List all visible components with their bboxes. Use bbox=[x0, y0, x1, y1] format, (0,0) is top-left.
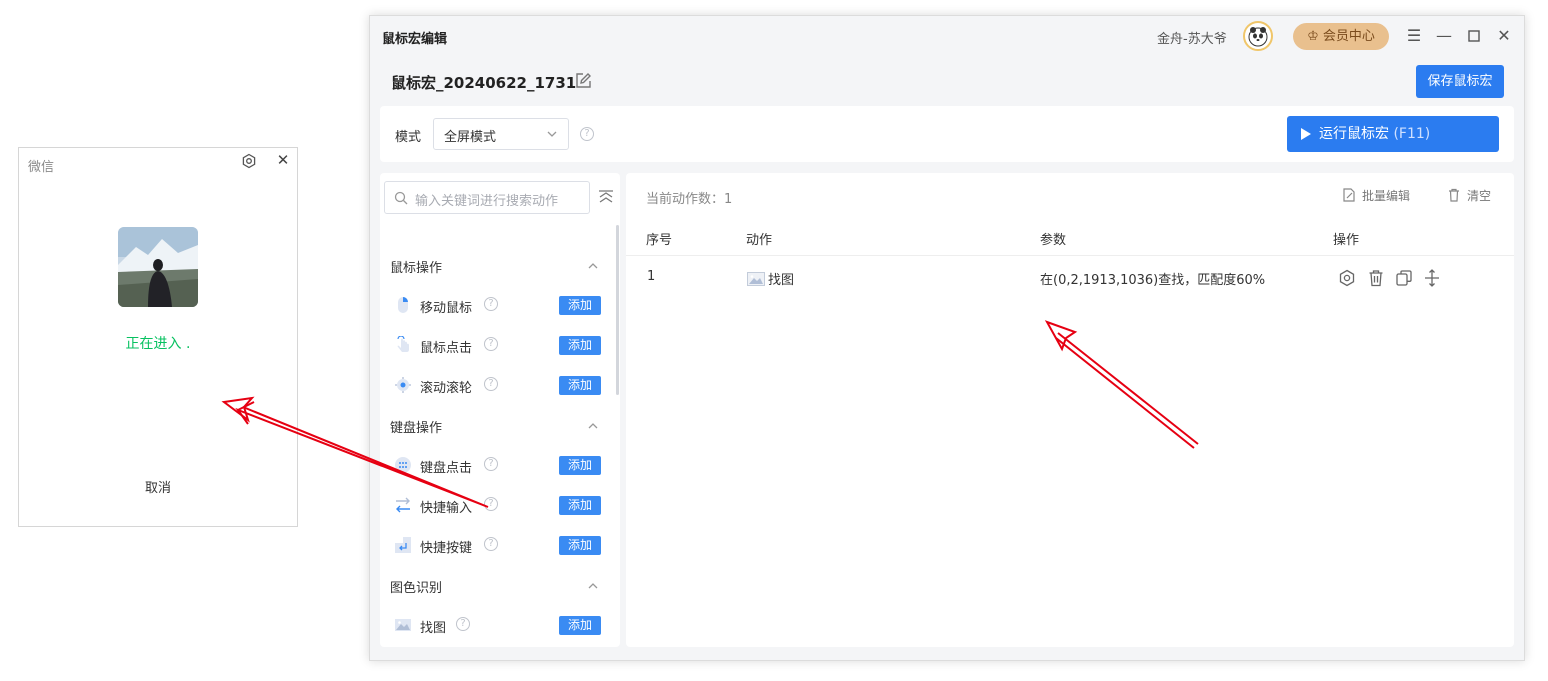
annotation-arrows bbox=[221, 320, 1199, 508]
arrow-to-wechat bbox=[221, 396, 489, 508]
arrow-to-params bbox=[1044, 320, 1199, 449]
